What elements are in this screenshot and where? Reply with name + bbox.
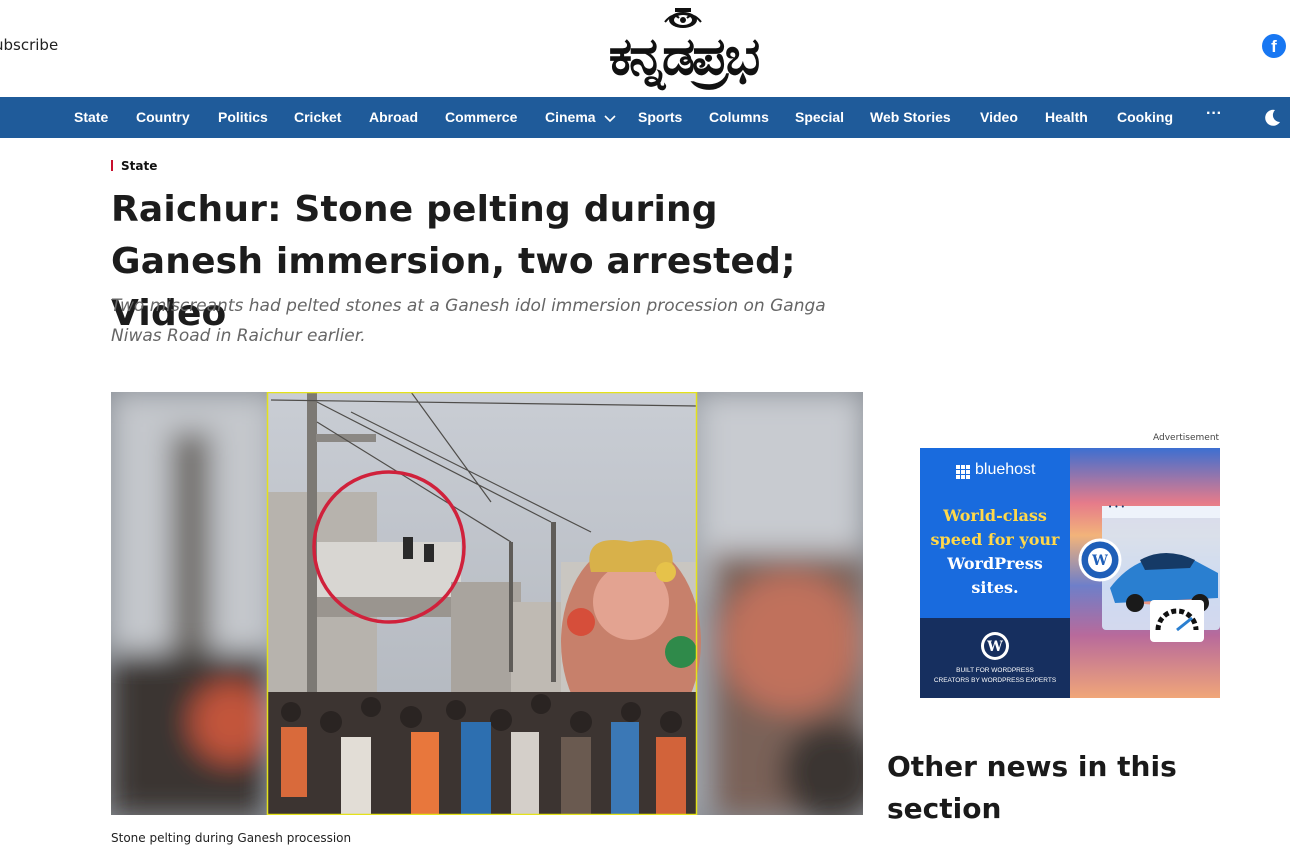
- category-label[interactable]: State: [111, 159, 157, 173]
- more-menu-icon[interactable]: ···: [1206, 94, 1222, 135]
- nav-item-sports[interactable]: Sports: [638, 97, 682, 138]
- main-navigation: State Country Politics Cricket Abroad Co…: [0, 97, 1290, 138]
- nav-item-commerce[interactable]: Commerce: [445, 97, 517, 138]
- facebook-icon[interactable]: f: [1262, 34, 1286, 58]
- logo-wordmark: ಕನ್ನಡಪ್ರಭ: [608, 27, 761, 87]
- ad-headline-line-4: sites.: [971, 578, 1019, 597]
- nav-item-country[interactable]: Country: [136, 97, 190, 138]
- svg-text:W: W: [986, 639, 1003, 655]
- nav-item-cooking[interactable]: Cooking: [1117, 97, 1173, 138]
- nav-item-special[interactable]: Special: [795, 97, 844, 138]
- ad-car-illustration: W: [1078, 506, 1220, 642]
- subscribe-link[interactable]: ubscribe: [0, 36, 58, 54]
- site-header: ubscribe ಕನ್ನಡಪ್ರಭ f: [0, 0, 1290, 97]
- ad-brand: bluehost: [975, 461, 1036, 478]
- nav-item-state[interactable]: State: [74, 97, 108, 138]
- svg-text:W: W: [1091, 553, 1108, 569]
- ad-headline: World-class speed for your WordPress sit…: [926, 504, 1064, 600]
- advertisement-label: Advertisement: [1153, 433, 1220, 443]
- ad-headline-line-2: speed for your: [930, 530, 1060, 549]
- ad-built-line-1: BUILT FOR WORDPRESS: [956, 667, 1034, 674]
- other-news-heading: Other news in this section: [887, 750, 1177, 825]
- nav-item-columns[interactable]: Columns: [709, 97, 769, 138]
- chevron-down-icon[interactable]: [604, 115, 616, 123]
- category-text: State: [121, 159, 158, 173]
- nav-item-cinema[interactable]: Cinema: [545, 97, 596, 138]
- ad-headline-line-3: WordPress: [947, 554, 1043, 573]
- nav-item-abroad[interactable]: Abroad: [369, 97, 418, 138]
- nav-item-cricket[interactable]: Cricket: [294, 97, 341, 138]
- nav-item-web-stories[interactable]: Web Stories: [870, 97, 951, 138]
- bluehost-advertisement[interactable]: W • • • bluehost World-class speed for y…: [920, 448, 1220, 698]
- article-subtitle: Two miscreants had pelted stones at a Ga…: [111, 296, 826, 346]
- procession-photo: [111, 392, 863, 815]
- ad-built-line-2: CREATORS BY WORDPRESS EXPERTS: [933, 677, 1057, 684]
- category-marker: [111, 160, 113, 171]
- moon-icon[interactable]: [1262, 108, 1282, 128]
- site-logo[interactable]: ಕನ್ನಡಪ್ರಭ: [563, 8, 803, 88]
- ad-right-panel: W • • •: [1070, 448, 1220, 698]
- article-image[interactable]: [111, 392, 863, 815]
- image-caption: Stone pelting during Ganesh procession: [111, 831, 352, 845]
- ad-built-text: BUILT FOR WORDPRESS CREATORS BY WORDPRES…: [926, 666, 1064, 686]
- nav-item-health[interactable]: Health: [1045, 97, 1088, 138]
- ad-window-dots: • • •: [1108, 503, 1125, 511]
- bluehost-grid-icon: [956, 465, 970, 479]
- wordpress-icon: W: [981, 632, 1009, 660]
- nav-item-video[interactable]: Video: [980, 97, 1018, 138]
- nav-item-politics[interactable]: Politics: [218, 97, 268, 138]
- ad-headline-line-1: World-class: [943, 506, 1047, 525]
